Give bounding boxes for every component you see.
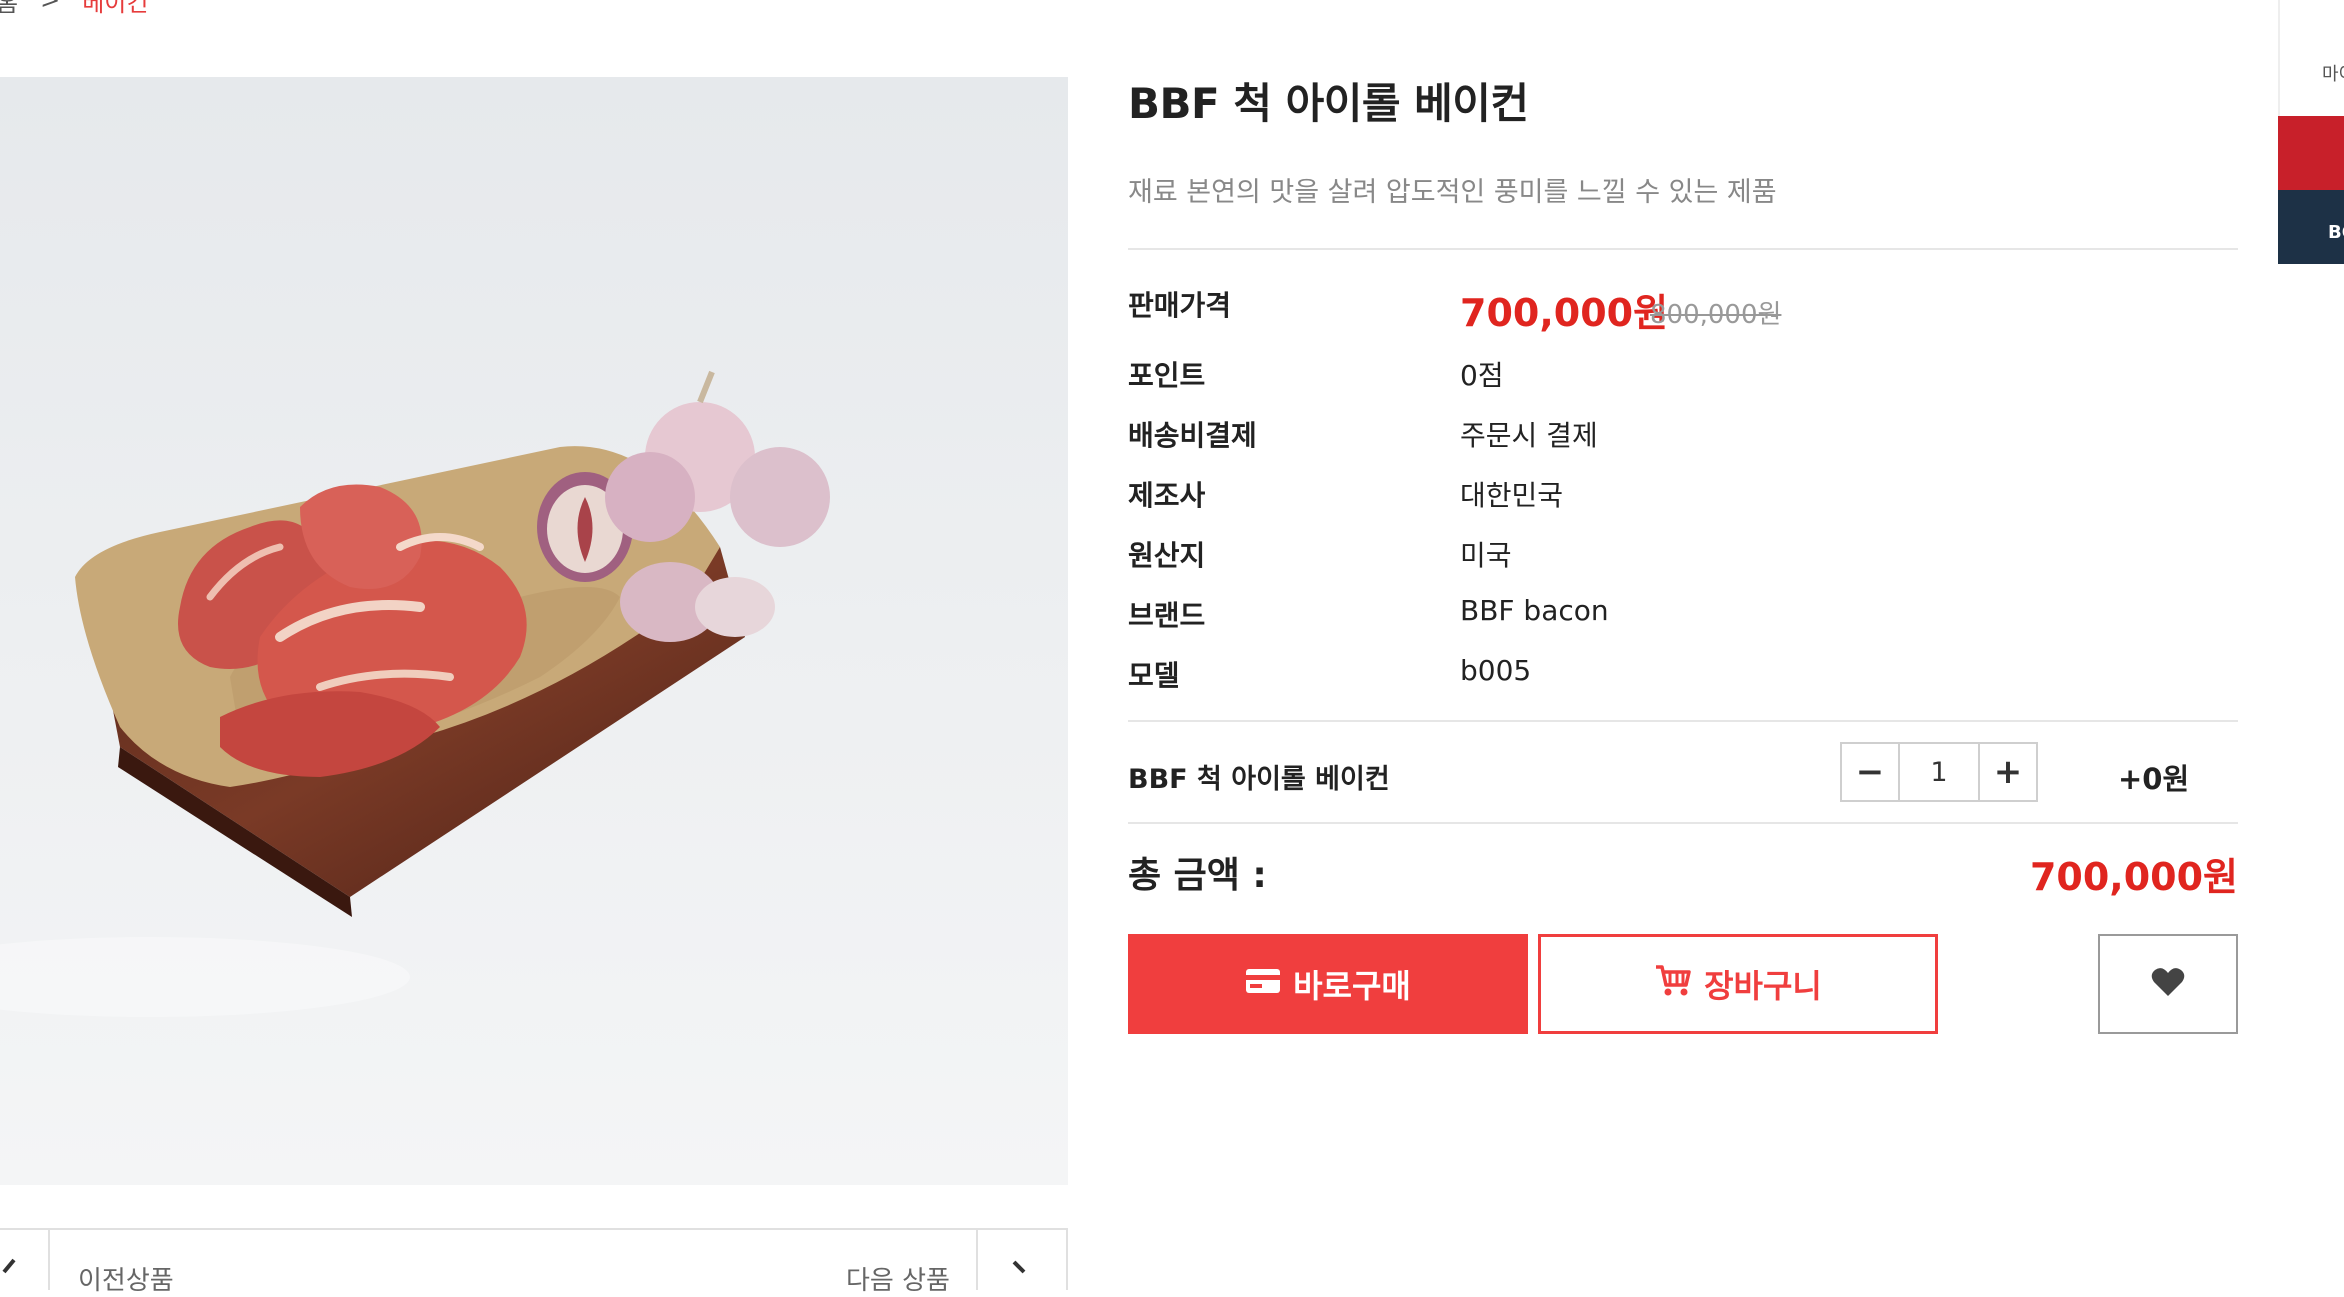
shipping-value: 주문시 결제 [1460,419,1598,452]
chevron-left-icon [2,1258,16,1274]
wishlist-button[interactable] [2098,934,2238,1034]
next-product-button[interactable] [976,1230,1068,1290]
sale-price: 700,000원 [1460,291,1669,335]
brand-value: BBF bacon [1460,594,1609,627]
divider [1128,822,2238,824]
option-price: +0원 [2118,762,2190,796]
original-price: 800,000원 [1650,300,1782,330]
points-value: 0점 [1460,359,1504,392]
quantity-decrease-button[interactable]: − [1842,744,1900,800]
side-menu-navy-label: BO [2328,222,2344,243]
origin-label: 원산지 [1128,539,1206,572]
origin-value: 미국 [1460,539,1512,572]
product-title: BBF 척 아이롤 베이컨 [1128,79,1529,128]
side-menu-mypage[interactable]: 마이 [2278,0,2344,116]
quantity-stepper: − 1 + [1840,742,2038,802]
add-to-cart-label: 장바구니 [1704,967,1822,1005]
breadcrumb-separator: > [40,0,61,14]
product-navigation: 이전상품 다음 상품 [0,1228,1068,1296]
next-product-label[interactable]: 다음 상품 [846,1260,950,1297]
total-label: 총 금액 : [1128,855,1267,896]
quantity-increase-button[interactable]: + [1978,744,2036,800]
side-menu-mypage-label: 마이 [2322,64,2344,85]
model-label: 모델 [1128,659,1180,692]
model-value: b005 [1460,654,1532,687]
side-menu-red-block[interactable] [2278,116,2344,190]
buy-now-button[interactable]: 바로구매 [1128,934,1528,1034]
product-subtitle: 재료 본연의 맛을 살려 압도적인 풍미를 느낄 수 있는 제품 [1128,177,1777,208]
buy-now-label: 바로구매 [1293,967,1411,1005]
heart-icon [2151,967,2185,1001]
total-value: 700,000원 [2029,855,2238,899]
prev-product-label[interactable]: 이전상품 [78,1260,174,1297]
card-icon [1245,965,1281,1003]
breadcrumb-home[interactable]: 홈 [0,0,18,18]
divider [1128,248,2238,250]
maker-label: 제조사 [1128,479,1206,512]
add-to-cart-button[interactable]: 장바구니 [1538,934,1938,1034]
side-menu-navy-block[interactable]: BO [2278,190,2344,264]
shipping-label: 배송비결제 [1128,419,1257,452]
option-name: BBF 척 아이롤 베이컨 [1128,764,1390,795]
quantity-input[interactable]: 1 [1900,744,1978,800]
points-label: 포인트 [1128,359,1206,392]
product-image [0,77,1068,1185]
breadcrumb: 홈 > 베이컨 [0,0,148,17]
cart-icon [1654,963,1692,1005]
chevron-right-icon [1012,1260,1026,1274]
divider [1128,720,2238,722]
price-label: 판매가격 [1128,289,1232,322]
breadcrumb-current[interactable]: 베이컨 [82,0,148,18]
side-quick-menu: 마이 BO [2278,0,2344,264]
brand-label: 브랜드 [1128,599,1206,632]
maker-value: 대한민국 [1460,479,1564,512]
prev-product-button[interactable] [0,1230,50,1290]
